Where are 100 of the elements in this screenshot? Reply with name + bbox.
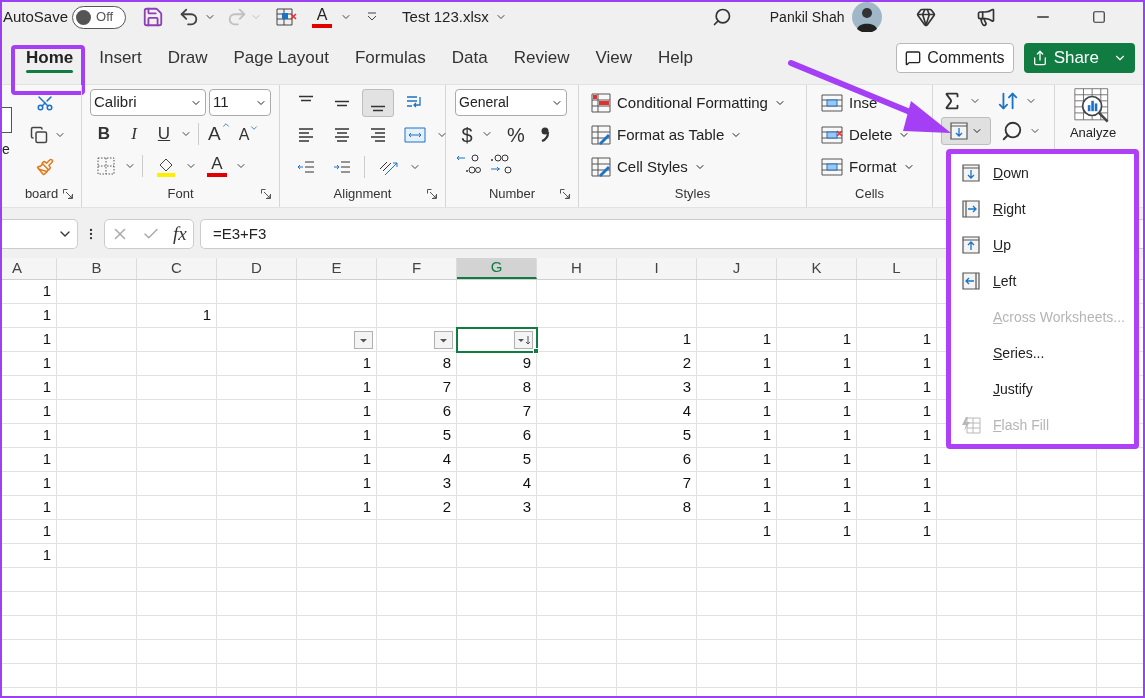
ribbon-tab[interactable]: Page Layout	[221, 41, 341, 75]
table-cell: 1	[777, 448, 857, 472]
table-cell: 6	[457, 424, 537, 448]
dialog-launcher-icon[interactable]	[63, 189, 73, 199]
table-cell: 3	[617, 376, 697, 400]
bold-button[interactable]: B	[90, 120, 118, 148]
table-cell: 1	[697, 520, 777, 544]
ribbon-tab[interactable]: Formulas	[342, 41, 438, 75]
dialog-launcher-icon[interactable]	[427, 189, 437, 199]
find-icon[interactable]	[1001, 120, 1023, 142]
font-color-button[interactable]: A	[312, 6, 333, 28]
group-label: Font	[167, 184, 194, 203]
maximize-icon[interactable]	[1092, 10, 1107, 24]
table-cell: 1	[2, 424, 57, 448]
shrink-font-button[interactable]: A	[235, 120, 263, 148]
ribbon-tab[interactable]: Draw	[155, 41, 220, 75]
column-header[interactable]: A	[2, 258, 57, 279]
column-header[interactable]: D	[217, 258, 297, 279]
dialog-launcher-icon[interactable]	[560, 189, 570, 199]
column-header[interactable]: J	[697, 258, 777, 279]
format-as-table-button[interactable]: Format as Table	[591, 121, 743, 149]
vertical-align-button[interactable]	[362, 89, 394, 117]
table-cell: 1	[2, 352, 57, 376]
copy-icon	[30, 126, 48, 144]
menu-item[interactable]: Justify	[951, 371, 1134, 407]
analyze-label[interactable]: Analyze	[1069, 126, 1117, 140]
column-header[interactable]: H	[537, 258, 617, 279]
ribbon-tab[interactable]: Data	[439, 41, 500, 75]
format-button[interactable]: Format	[821, 153, 915, 181]
filter-button-icon[interactable]	[354, 330, 373, 349]
table-cell: 1	[2, 280, 57, 304]
table-cell: 1	[2, 496, 57, 520]
file-name[interactable]: Test 123.xlsx	[402, 5, 489, 29]
comma-style-icon[interactable]	[539, 125, 551, 143]
ribbon-tab[interactable]: Insert	[87, 41, 154, 75]
column-header[interactable]: E	[297, 258, 377, 279]
delete-button[interactable]: Delete	[821, 121, 911, 149]
group-label: Number	[488, 184, 536, 203]
underline-button[interactable]: U	[150, 120, 178, 148]
table-cell: 7	[457, 400, 537, 424]
megaphone-icon[interactable]	[976, 7, 997, 27]
font-name-dropdown[interactable]: Calibri	[90, 89, 206, 116]
table-cell: 1	[857, 352, 937, 376]
conditional-formatting-button[interactable]: Conditional Formatting	[591, 89, 786, 117]
table-cell: 1	[777, 376, 857, 400]
table-cell	[2, 592, 57, 616]
ribbon-tab[interactable]: Review	[501, 41, 582, 75]
menu-item[interactable]: Down	[951, 155, 1134, 191]
column-header[interactable]: B	[57, 258, 137, 279]
column-header[interactable]: G	[457, 258, 537, 279]
number-format-dropdown[interactable]: General	[455, 89, 567, 116]
table-cell: 1	[697, 496, 777, 520]
table-cell: 3	[457, 496, 537, 520]
table-cell: 3	[377, 472, 457, 496]
menu-item[interactable]: Series...	[951, 335, 1134, 371]
insert-function-button[interactable]: fx	[172, 219, 187, 249]
paste-icon[interactable]	[2, 107, 12, 133]
insert-button[interactable]: Inse	[821, 89, 878, 117]
customize-toolbar-icon[interactable]	[366, 11, 379, 23]
currency-button[interactable]: $	[455, 120, 479, 148]
column-header[interactable]: C	[137, 258, 217, 279]
sort-filter-button-icon[interactable]	[514, 330, 533, 349]
insert-cells-icon	[821, 93, 843, 113]
dialog-launcher-icon[interactable]	[261, 189, 271, 199]
table-cell: 6	[617, 448, 697, 472]
save-icon[interactable]	[142, 6, 165, 28]
table-cell: 4	[457, 472, 537, 496]
autosave-toggle[interactable]: Off	[72, 5, 127, 29]
share-button[interactable]: Share	[1023, 43, 1135, 73]
comments-button[interactable]: Comments	[896, 43, 1014, 73]
column-header[interactable]: K	[777, 258, 857, 279]
italic-button[interactable]: I	[120, 120, 148, 148]
fill-button[interactable]	[941, 117, 991, 145]
table-cell	[2, 568, 57, 592]
font-size-dropdown[interactable]: 11	[209, 89, 271, 116]
table-cell: 1	[697, 448, 777, 472]
column-header[interactable]: L	[857, 258, 937, 279]
menu-item[interactable]: Left	[951, 263, 1134, 299]
table-cell: 1	[297, 496, 377, 520]
paste-label[interactable]: e	[2, 139, 10, 160]
decrease-decimal-icon[interactable]	[489, 152, 515, 176]
increase-decimal-icon[interactable]	[455, 152, 481, 176]
grow-font-button[interactable]: A	[205, 120, 234, 148]
gem-icon[interactable]	[916, 7, 937, 27]
sort-filter-icon[interactable]	[997, 90, 1019, 112]
group-label: Styles	[674, 184, 711, 203]
cell-styles-button[interactable]: Cell Styles	[591, 153, 706, 181]
font-color-button[interactable]: A	[207, 155, 227, 177]
avatar[interactable]	[852, 2, 883, 32]
column-header[interactable]: I	[617, 258, 697, 279]
table-remove-icon[interactable]	[276, 7, 299, 27]
percent-button[interactable]: %	[501, 120, 531, 148]
autosave-label: AutoSave	[3, 6, 69, 27]
ribbon-tab[interactable]: View	[583, 41, 644, 75]
ribbon-tab[interactable]: Home	[14, 41, 86, 75]
filter-button-icon[interactable]	[434, 330, 453, 349]
table-cell: 1	[777, 328, 857, 352]
table-cell: 1	[297, 400, 377, 424]
search-icon[interactable]	[711, 7, 732, 27]
ribbon-tab[interactable]: Help	[646, 41, 705, 75]
